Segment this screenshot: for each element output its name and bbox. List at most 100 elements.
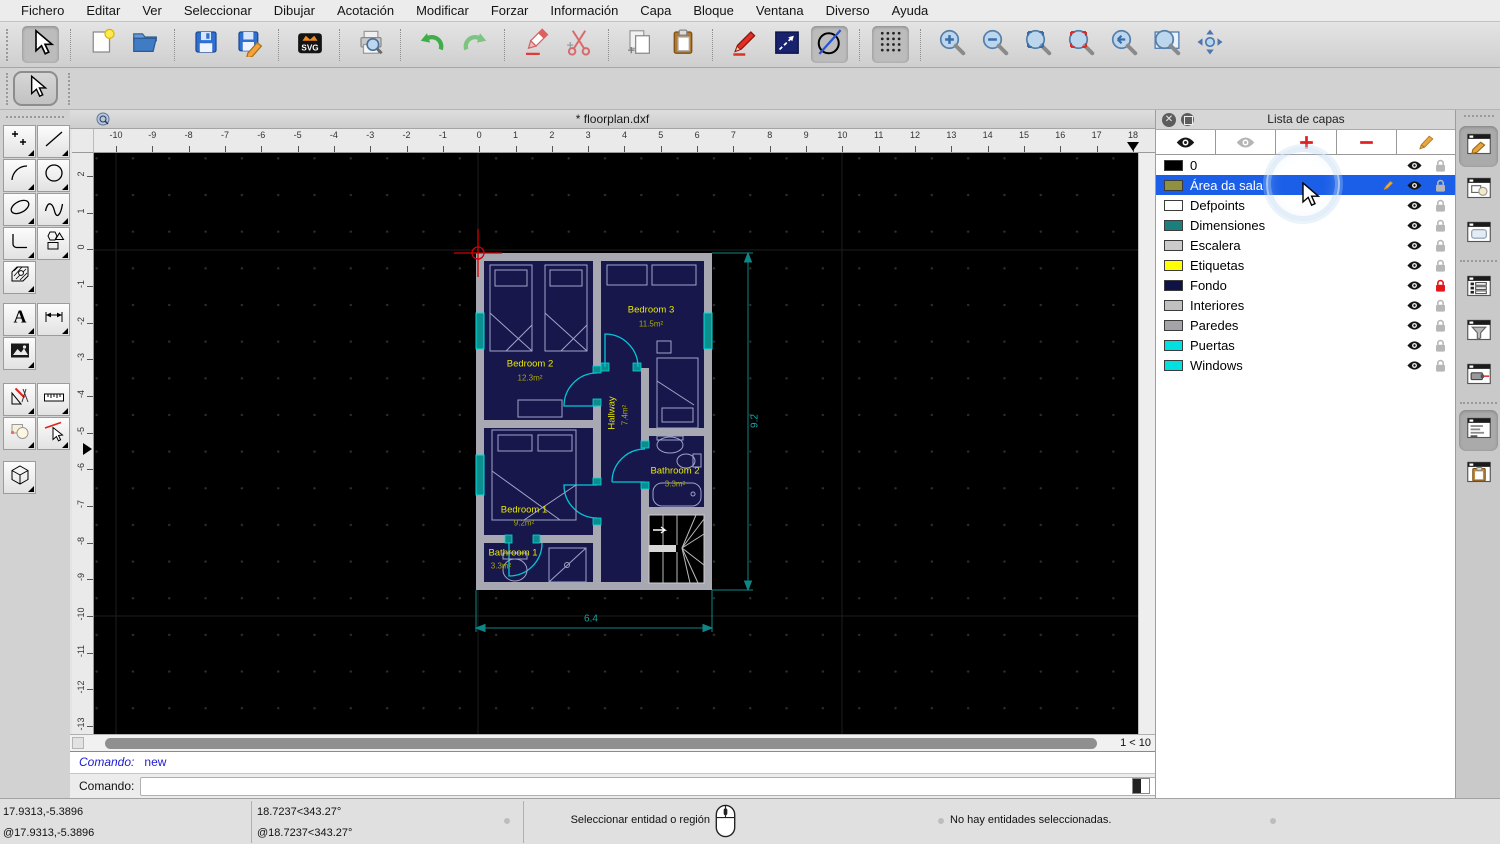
menu-item[interactable]: Editar <box>75 3 131 18</box>
layer-row[interactable]: Windows <box>1156 355 1456 375</box>
layer-lock-icon[interactable] <box>1430 258 1450 273</box>
layer-visibility-icon[interactable] <box>1404 238 1424 253</box>
document-title-bar[interactable]: * floorplan.dxf <box>70 110 1155 129</box>
selection-filter-dock-button[interactable] <box>1459 312 1498 353</box>
circle-tool-button[interactable] <box>37 159 70 192</box>
menu-item[interactable]: Capa <box>629 3 682 18</box>
library-browser-dock-button[interactable] <box>1459 214 1498 255</box>
toolbar-drag-handle[interactable] <box>68 73 75 105</box>
menu-item[interactable]: Diverso <box>815 3 881 18</box>
layer-row[interactable]: Fondo <box>1156 275 1456 295</box>
layer-visibility-icon[interactable] <box>1404 218 1424 233</box>
layer-lock-icon[interactable] <box>1430 198 1450 213</box>
layer-color-swatch[interactable] <box>1164 240 1183 251</box>
command-input[interactable] <box>140 777 1197 796</box>
palette-drag-handle[interactable] <box>6 116 64 118</box>
layer-lock-icon[interactable] <box>1430 218 1450 233</box>
layer-lock-icon[interactable] <box>1430 358 1450 373</box>
layer-color-swatch[interactable] <box>1164 220 1183 231</box>
layer-row[interactable]: Defpoints <box>1156 195 1456 215</box>
layer-visibility-icon[interactable] <box>1404 278 1424 293</box>
zoom-window-button[interactable] <box>1148 26 1185 63</box>
layer-row[interactable]: Escalera <box>1156 235 1456 255</box>
scrollbar-thumb[interactable] <box>105 738 1097 749</box>
layer-visibility-icon[interactable] <box>1404 158 1424 173</box>
pen-options-dock-button[interactable] <box>1459 356 1498 397</box>
modify-tool-button[interactable] <box>3 383 36 416</box>
points-tool-button[interactable] <box>3 125 36 158</box>
layer-visibility-icon[interactable] <box>1404 178 1424 193</box>
menu-item[interactable]: Seleccionar <box>173 3 263 18</box>
select-arrow-button[interactable] <box>22 26 59 63</box>
layer-row[interactable]: Paredes <box>1156 315 1456 335</box>
zoom-in-button[interactable] <box>933 26 970 63</box>
layer-visibility-icon[interactable] <box>1404 318 1424 333</box>
text-tool-button[interactable]: A <box>3 303 36 336</box>
layer-lock-icon[interactable] <box>1430 338 1450 353</box>
layer-visibility-icon[interactable] <box>1404 358 1424 373</box>
block-list-dock-button[interactable] <box>1459 170 1498 211</box>
polyline-tool-button[interactable] <box>3 227 36 260</box>
menu-item[interactable]: Información <box>539 3 629 18</box>
layer-row[interactable]: Dimensiones <box>1156 215 1456 235</box>
zoom-out-button[interactable] <box>976 26 1013 63</box>
zoom-selection-button[interactable] <box>1062 26 1099 63</box>
layer-lock-icon[interactable] <box>1430 278 1450 293</box>
vertical-scrollbar[interactable] <box>1138 153 1155 734</box>
zoom-pan-button[interactable] <box>1191 26 1228 63</box>
layer-color-swatch[interactable] <box>1164 160 1183 171</box>
dock-drag-handle[interactable] <box>1464 115 1494 117</box>
layer-visibility-icon[interactable] <box>1404 258 1424 273</box>
new-document-button[interactable] <box>83 26 120 63</box>
layer-visibility-icon[interactable] <box>1404 198 1424 213</box>
print-preview-button[interactable] <box>352 26 389 63</box>
layer-color-swatch[interactable] <box>1164 260 1183 271</box>
layer-color-swatch[interactable] <box>1164 280 1183 291</box>
layer-visibility-icon[interactable] <box>1404 338 1424 353</box>
menu-item[interactable]: Acotación <box>326 3 405 18</box>
menu-item[interactable]: Ayuda <box>881 3 940 18</box>
grid-toggle-button[interactable] <box>872 26 909 63</box>
layer-color-swatch[interactable] <box>1164 340 1183 351</box>
keyboard-toggle-icon[interactable] <box>1132 778 1150 794</box>
arc-tool-button[interactable] <box>3 159 36 192</box>
layer-row[interactable]: Puertas <box>1156 335 1456 355</box>
menu-item[interactable]: Modificar <box>405 3 480 18</box>
save-as-button[interactable] <box>230 26 267 63</box>
layer-color-swatch[interactable] <box>1164 300 1183 311</box>
eraser-button[interactable] <box>517 26 554 63</box>
layer-lock-icon[interactable] <box>1430 298 1450 313</box>
layer-row[interactable]: Interiores <box>1156 295 1456 315</box>
show-all-layers-icon[interactable] <box>1156 130 1216 154</box>
spline-tool-button[interactable] <box>37 193 70 226</box>
clipboard-panel-dock-button[interactable] <box>1459 454 1498 495</box>
layer-lock-icon[interactable] <box>1430 318 1450 333</box>
layer-color-swatch[interactable] <box>1164 200 1183 211</box>
layer-edit-icon[interactable] <box>1378 178 1398 193</box>
layer-lock-icon[interactable] <box>1430 178 1450 193</box>
menu-item[interactable]: Bloque <box>682 3 744 18</box>
layer-color-swatch[interactable] <box>1164 360 1183 371</box>
horizontal-scrollbar[interactable]: 1 < 10 <box>70 734 1155 751</box>
layer-color-swatch[interactable] <box>1164 180 1183 191</box>
menu-item[interactable]: Fichero <box>10 3 75 18</box>
dimension-tool-button[interactable] <box>37 303 70 336</box>
detach-panel-icon[interactable] <box>1181 113 1194 126</box>
draw-pen-button[interactable] <box>725 26 762 63</box>
scrollbar-button[interactable] <box>72 737 84 749</box>
close-icon[interactable]: ✕ <box>1162 113 1176 127</box>
image-tool-button[interactable] <box>3 337 36 370</box>
menu-item[interactable]: Ver <box>131 3 173 18</box>
layer-row[interactable]: 0 <box>1156 155 1456 175</box>
layer-row[interactable]: Área da sala <box>1156 175 1456 195</box>
menu-item[interactable]: Dibujar <box>263 3 326 18</box>
copy-button[interactable] <box>621 26 658 63</box>
command-line-dock-button[interactable] <box>1459 410 1498 451</box>
select-tool-button[interactable] <box>13 71 58 106</box>
measure-tool-button[interactable] <box>37 383 70 416</box>
polyline-arrow-button[interactable] <box>768 26 805 63</box>
hide-all-layers-icon[interactable] <box>1216 130 1276 154</box>
paste-button[interactable] <box>664 26 701 63</box>
line-tool-button[interactable] <box>37 125 70 158</box>
layer-list-dock-button[interactable] <box>1459 126 1498 167</box>
